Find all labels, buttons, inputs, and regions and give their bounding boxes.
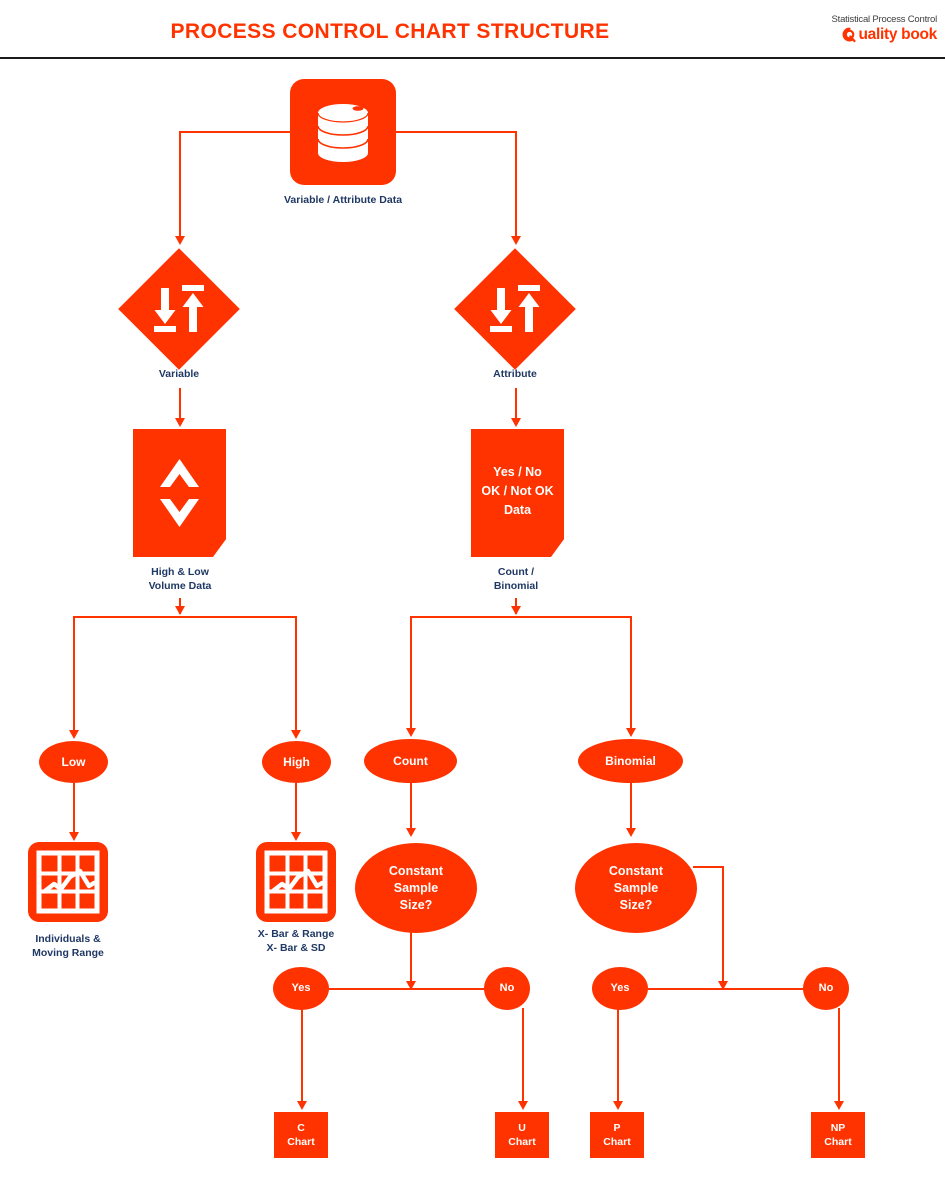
label-volume-data: High & Low Volume Data: [148, 566, 212, 592]
label-individuals-moving-range: Individuals & Moving Range: [32, 933, 104, 959]
sort-arrows-icon: [490, 285, 540, 332]
flowchart-page: PROCESS CONTROL CHART STRUCTURE Statisti…: [0, 0, 945, 1193]
page-header: PROCESS CONTROL CHART STRUCTURE Statisti…: [0, 0, 945, 59]
database-icon: [317, 104, 369, 162]
node-individuals-moving-range[interactable]: [28, 842, 108, 922]
node-count[interactable]: Count: [364, 739, 457, 783]
connector-binomial-to-css: [630, 783, 632, 831]
node-np-chart[interactable]: NP Chart: [811, 1112, 865, 1158]
arrowhead-to-attribute: [510, 236, 521, 245]
node-count-constant-sample-size[interactable]: Constant Sample Size?: [355, 843, 477, 933]
connector-count-yesno-bar: [301, 988, 507, 990]
connector-datasource-left: [179, 131, 181, 238]
logo-brand-row: uality book: [787, 26, 937, 44]
connector-binomial-css-right: [693, 866, 723, 868]
connector-to-low: [73, 616, 75, 732]
label-yesno-data: Count / Binomial: [493, 566, 539, 592]
arrowhead-to-low: [68, 730, 79, 739]
node-c-chart[interactable]: C Chart: [274, 1112, 328, 1158]
label-xbar-charts: X- Bar & Range X- Bar & SD: [257, 928, 335, 954]
up-down-chevron-icon: [160, 459, 199, 527]
logo-brand-text: uality book: [858, 26, 937, 43]
connector-to-count: [410, 616, 412, 730]
arrowhead-to-yesno-data: [510, 418, 521, 427]
node-binomial-no[interactable]: No: [803, 967, 849, 1010]
arrowhead-to-high: [290, 730, 301, 739]
node-xbar-charts[interactable]: [256, 842, 336, 922]
node-high[interactable]: High: [262, 741, 331, 783]
control-chart-icon: [36, 850, 100, 914]
arrowhead-to-variable: [174, 236, 185, 245]
arrowhead-to-count: [405, 728, 416, 737]
connector-variable-to-volume: [179, 388, 181, 420]
arrowhead-yesno-split: [510, 606, 521, 615]
node-low[interactable]: Low: [39, 741, 108, 783]
label-variable: Variable: [158, 368, 200, 380]
arrowhead-to-c-chart: [296, 1101, 307, 1110]
node-u-chart[interactable]: U Chart: [495, 1112, 549, 1158]
connector-high-to-xbar: [295, 783, 297, 835]
arrowhead-to-count-css: [405, 828, 416, 837]
arrowhead-to-binomial: [625, 728, 636, 737]
connector-to-high: [295, 616, 297, 732]
variable-diamond-icon-wrap: [149, 278, 209, 340]
connector-attribute-to-yesno: [515, 388, 517, 420]
arrowhead-to-xbar: [290, 832, 301, 841]
node-count-yes[interactable]: Yes: [273, 967, 329, 1010]
connector-yesno-split: [410, 616, 631, 618]
connector-count-yes-to-c: [301, 1008, 303, 1104]
node-binomial-constant-sample-size[interactable]: Constant Sample Size?: [575, 843, 697, 933]
connector-binomial-css-down: [722, 866, 724, 988]
arrowhead-to-imr: [68, 832, 79, 841]
header-divider: [0, 57, 945, 59]
arrowhead-to-volume-data: [174, 418, 185, 427]
arrowhead-to-u-chart: [517, 1101, 528, 1110]
node-data-source[interactable]: [290, 79, 396, 185]
node-yesno-data[interactable]: Yes / No OK / Not OK Data: [471, 429, 564, 557]
connector-binomial-no-to-np: [838, 1008, 840, 1104]
connector-to-binomial: [630, 616, 632, 730]
node-p-chart[interactable]: P Chart: [590, 1112, 644, 1158]
node-binomial[interactable]: Binomial: [578, 739, 683, 783]
arrowhead-to-np-chart: [833, 1101, 844, 1110]
quality-q-icon: [841, 27, 858, 44]
connector-datasource-right: [515, 131, 517, 238]
connector-binomial-yes-to-p: [617, 1008, 619, 1104]
control-chart-icon: [264, 850, 328, 914]
connector-count-no-to-u: [522, 1008, 524, 1104]
label-attribute: Attribute: [493, 368, 537, 380]
node-volume-data[interactable]: [133, 429, 226, 557]
connector-low-to-imr: [73, 783, 75, 835]
node-yesno-data-text: Yes / No OK / Not OK Data: [481, 465, 554, 517]
logo-tagline: Statistical Process Control: [831, 14, 938, 25]
connector-count-to-css: [410, 783, 412, 831]
node-count-no[interactable]: No: [484, 967, 530, 1010]
node-binomial-yes[interactable]: Yes: [592, 967, 648, 1010]
arrowhead-to-binomial-css: [625, 828, 636, 837]
logo: Statistical Process Control uality book: [787, 14, 938, 44]
label-data-source: Variable / Attribute Data: [283, 194, 403, 206]
connector-volume-split: [73, 616, 297, 618]
arrowhead-to-p-chart: [612, 1101, 623, 1110]
arrowhead-volume-split: [174, 606, 185, 615]
connector-binomial-yesno-bar: [648, 988, 826, 990]
connector-count-css-down: [410, 930, 412, 988]
attribute-diamond-icon-wrap: [485, 278, 545, 340]
sort-arrows-icon: [154, 285, 204, 332]
page-title: PROCESS CONTROL CHART STRUCTURE: [170, 20, 610, 43]
